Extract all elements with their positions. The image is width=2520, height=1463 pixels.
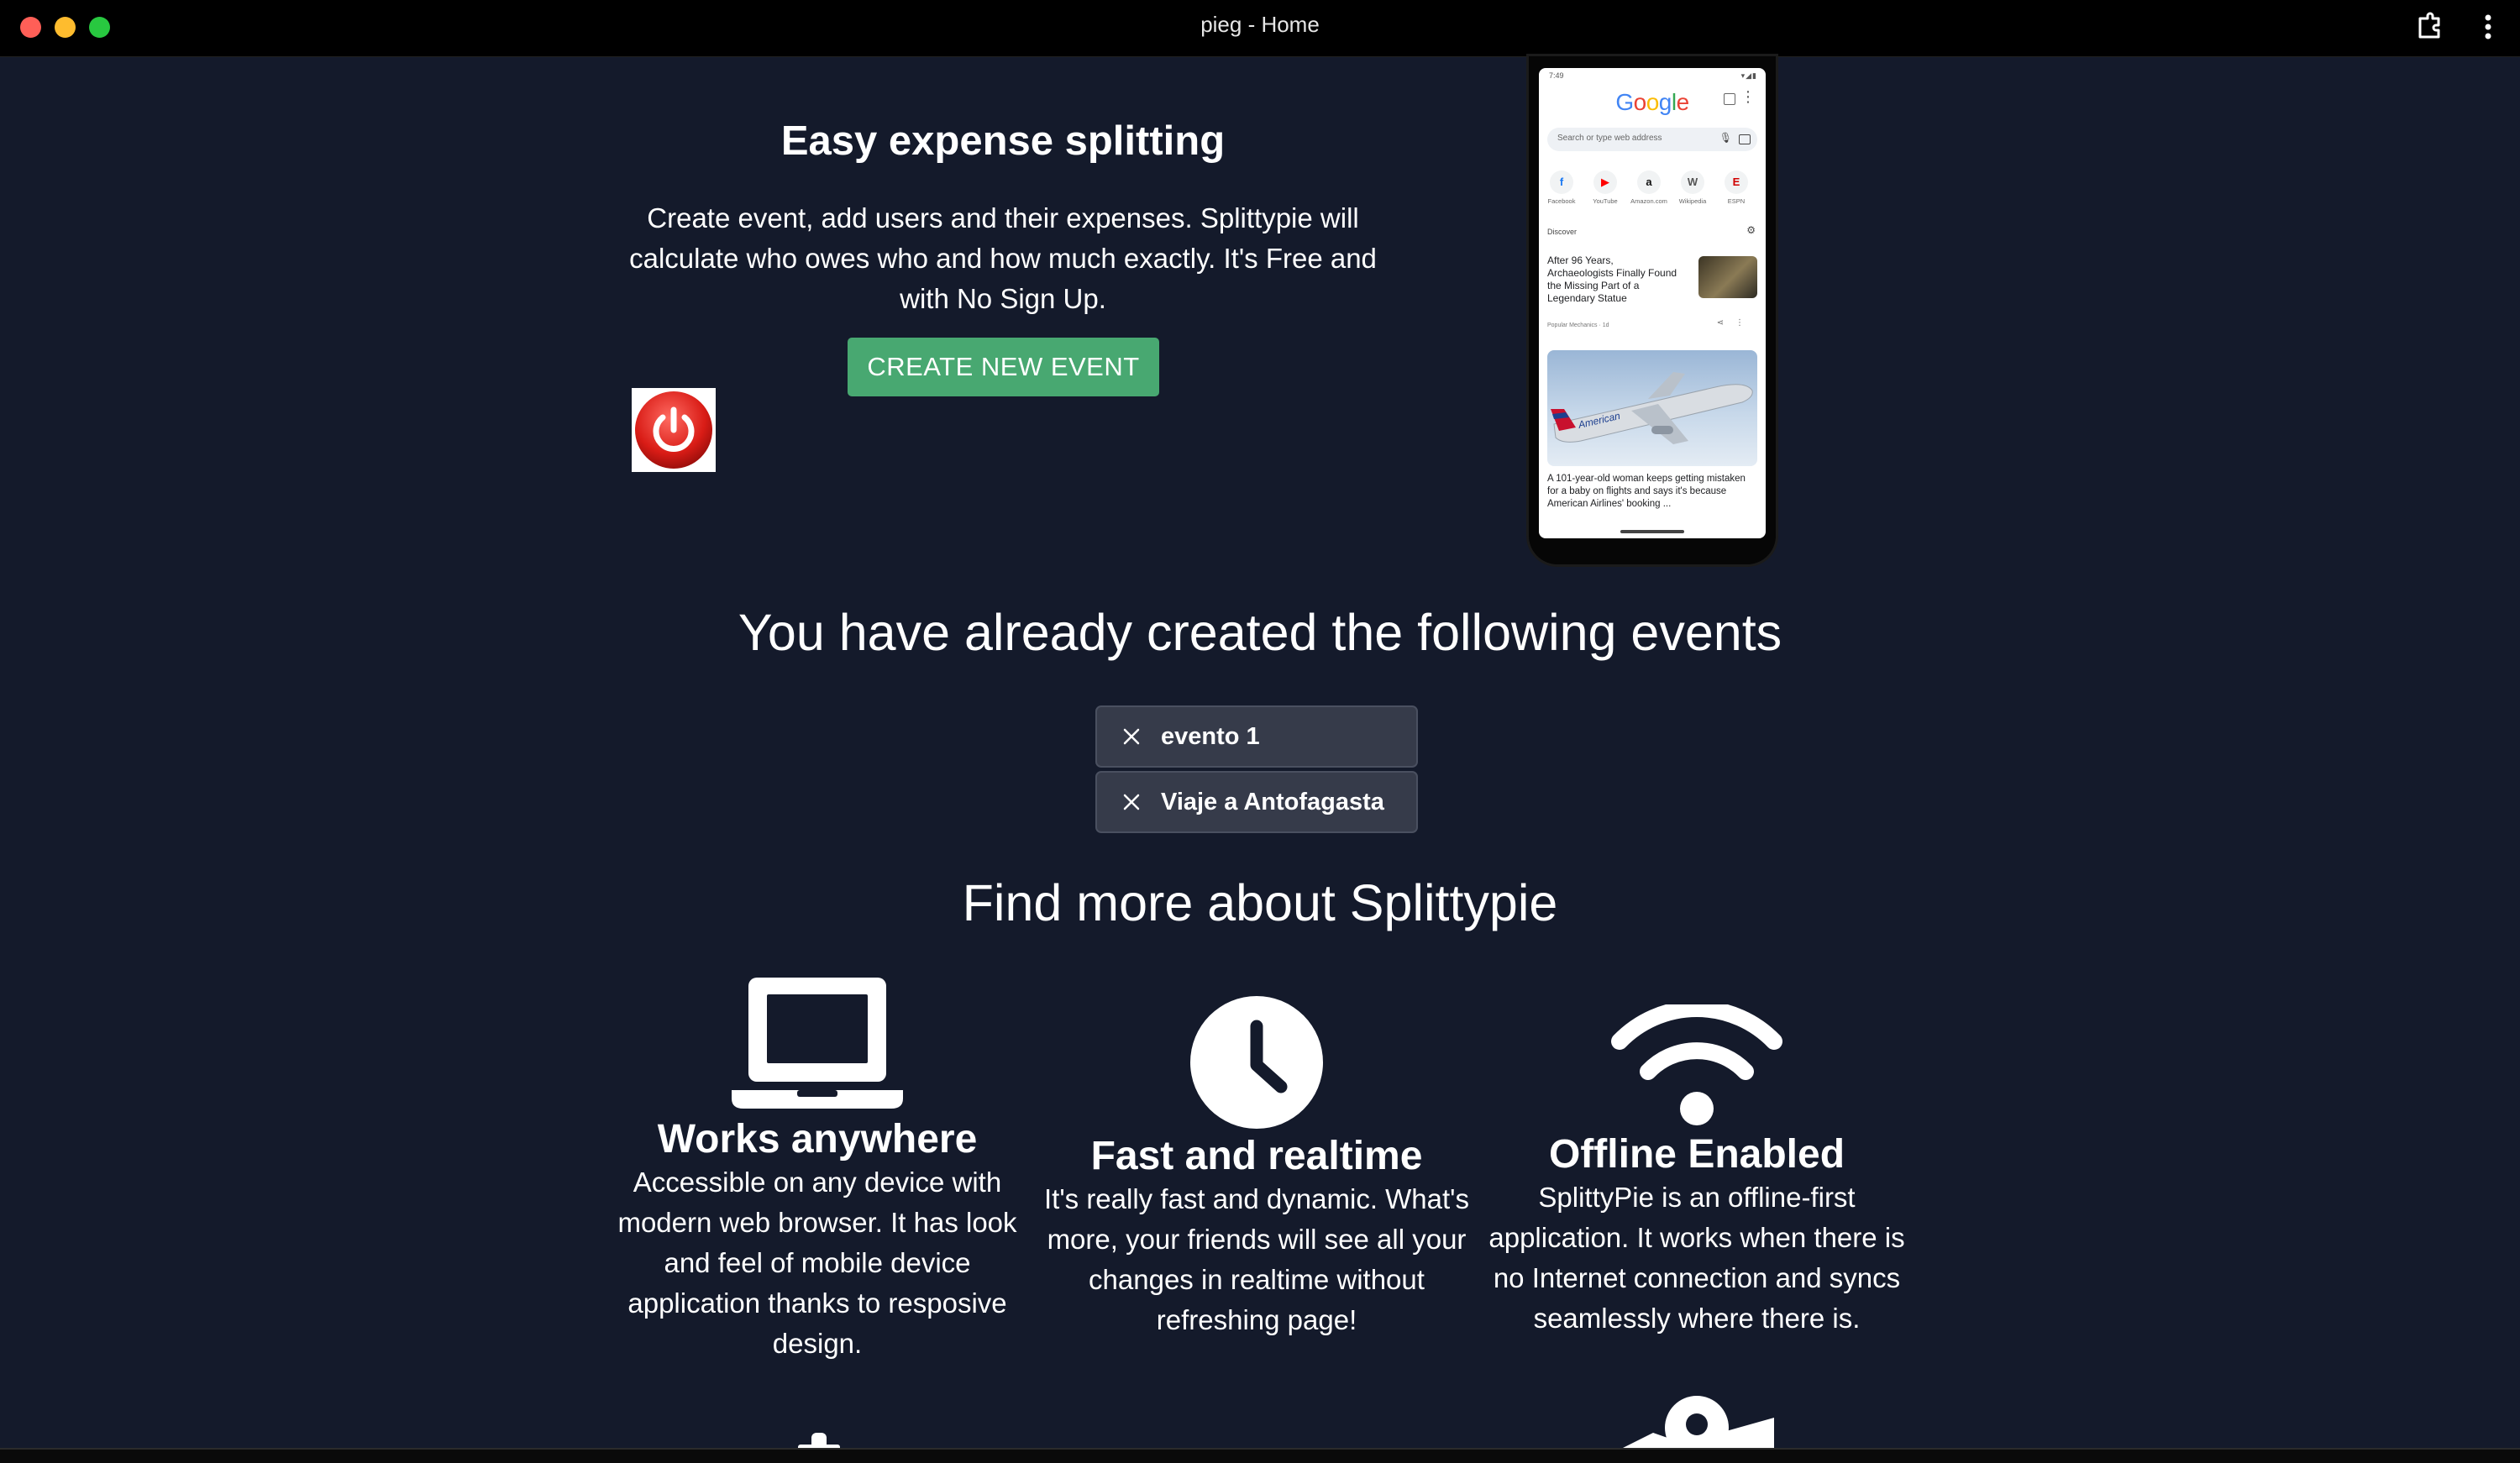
news-source: Popular Mechanics · 1d xyxy=(1547,322,1609,328)
feature-title: Fast and realtime xyxy=(1090,1134,1423,1178)
extensions-icon[interactable] xyxy=(2412,10,2446,44)
hero-title: Easy expense splitting xyxy=(780,118,1226,164)
event-item[interactable]: evento 1 xyxy=(1095,705,1418,768)
shortcut-label: Wikipedia xyxy=(1678,197,1707,205)
shortcut-label: ESPN xyxy=(1727,197,1746,205)
event-list: evento 1 Viaje a Antofagasta xyxy=(1095,705,1418,836)
about-heading: Find more about Splittypie xyxy=(962,874,1558,931)
phone-home-indicator xyxy=(1620,530,1684,533)
phone-mockup-image: 7:49 ▾◢▮ Google ⋮ Search or type web add… xyxy=(1529,56,1776,564)
tabs-icon xyxy=(1724,93,1735,105)
news-thumbnail-statue xyxy=(1698,256,1757,298)
google-logo-letter: g xyxy=(1658,89,1672,115)
bottom-edge xyxy=(0,1448,2520,1463)
google-logo-letter: e xyxy=(1676,89,1690,115)
discover-label: Discover xyxy=(1547,228,1578,236)
phone-shortcut: ▶ YouTube xyxy=(1586,170,1625,205)
wifi-icon xyxy=(1611,1000,1782,1125)
shortcut-icon: a xyxy=(1637,170,1661,194)
feature-text: SplittyPie is an offline-first applicati… xyxy=(1488,1182,1905,1334)
phone-search-placeholder: Search or type web address xyxy=(1557,134,1662,143)
shortcut-icon: f xyxy=(1550,170,1573,194)
more-options-icon[interactable] xyxy=(2471,10,2505,44)
partial-feature-icon xyxy=(798,1433,840,1450)
camera-icon xyxy=(1739,134,1751,144)
google-logo-letter: o xyxy=(1633,89,1647,115)
power-button-icon xyxy=(635,391,712,469)
event-label: evento 1 xyxy=(1161,722,1260,750)
phone-status-time: 7:49 xyxy=(1549,71,1564,80)
feature-fast-realtime: Fast and realtime It's really fast and d… xyxy=(1030,996,1483,1340)
news-image-airplane: American xyxy=(1547,350,1757,466)
google-logo-letter: o xyxy=(1646,89,1660,115)
window-title: pieg - Home xyxy=(1200,12,1320,37)
remove-event-icon[interactable] xyxy=(1116,721,1147,752)
feature-text: It's really fast and dynamic. What's mor… xyxy=(1044,1183,1469,1335)
feature-text: Accessible on any device with modern web… xyxy=(617,1167,1017,1359)
shortcut-label: YouTube xyxy=(1593,197,1618,205)
feature-offline-enabled: Offline Enabled SplittyPie is an offline… xyxy=(1478,1000,1915,1339)
create-new-event-button[interactable]: CREATE NEW EVENT xyxy=(848,338,1159,396)
shortcut-icon: ▶ xyxy=(1593,170,1617,194)
phone-search-bar: Search or type web address 🎙 xyxy=(1547,128,1757,151)
partial-location-icon xyxy=(1620,1396,1774,1450)
hero-description: Create event, add users and their expens… xyxy=(629,202,1377,314)
phone-screen: 7:49 ▾◢▮ Google ⋮ Search or type web add… xyxy=(1539,68,1766,538)
shortcut-icon: W xyxy=(1681,170,1704,194)
shortcut-icon: E xyxy=(1725,170,1748,194)
phone-status-icons: ▾◢▮ xyxy=(1740,71,1757,80)
feature-title: Works anywhere xyxy=(657,1117,978,1161)
news-headline-2: A 101-year-old woman keeps getting mista… xyxy=(1547,474,1746,509)
phone-shortcut: f Facebook xyxy=(1542,170,1581,205)
news-actions-icons: ⋖⋮ xyxy=(1716,318,1756,328)
shortcut-label: Facebook xyxy=(1547,197,1576,205)
phone-menu-icon: ⋮ xyxy=(1740,88,1756,105)
event-item[interactable]: Viaje a Antofagasta xyxy=(1095,771,1418,833)
news-headline-1: After 96 Years, Archaeologists Finally F… xyxy=(1547,254,1677,304)
shortcut-label: Amazon.com xyxy=(1630,197,1667,205)
phone-shortcut: a Amazon.com xyxy=(1630,170,1668,205)
phone-shortcut: E ESPN xyxy=(1717,170,1756,205)
laptop-icon xyxy=(732,978,903,1109)
clock-icon xyxy=(1190,996,1323,1129)
events-heading: You have already created the following e… xyxy=(738,604,1782,661)
google-logo-letter: G xyxy=(1615,89,1634,115)
mic-icon: 🎙 xyxy=(1719,132,1732,144)
event-label: Viaje a Antofagasta xyxy=(1161,788,1384,815)
remove-event-icon[interactable] xyxy=(1116,786,1147,818)
window-titlebar: pieg - Home xyxy=(0,0,2520,57)
discover-gear-icon: ⚙ xyxy=(1746,224,1756,236)
feature-title: Offline Enabled xyxy=(1548,1132,1845,1177)
power-button[interactable] xyxy=(632,388,716,472)
feature-works-anywhere: Works anywhere Accessible on any device … xyxy=(603,974,1032,1364)
phone-shortcut: W Wikipedia xyxy=(1673,170,1712,205)
